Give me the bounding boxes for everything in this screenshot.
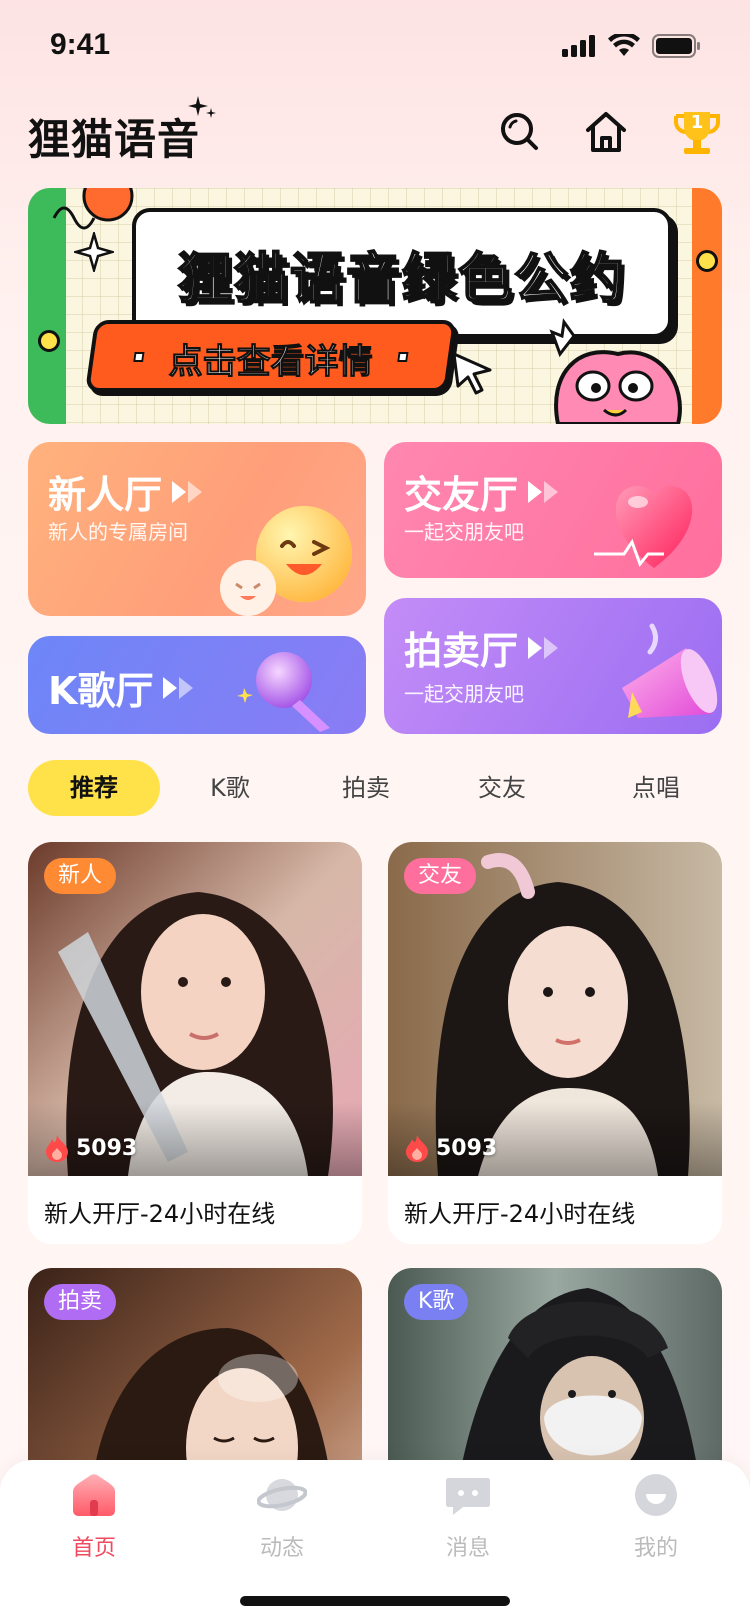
room-title: 新人开厅-24小时在线 <box>404 1200 636 1228</box>
hall-auction[interactable]: 拍卖厅 一起交朋友吧 <box>384 598 722 734</box>
forward-arrows-icon <box>528 636 559 659</box>
tab-ktv[interactable]: K歌 <box>164 760 296 816</box>
status-time: 9:41 <box>50 28 111 61</box>
hall-newbie-subtitle: 新人的专属房间 <box>48 520 188 544</box>
home-indicator <box>240 1596 510 1606</box>
room-heat-value: 5093 <box>436 1135 498 1161</box>
hall-ktv[interactable]: K歌厅 <box>28 636 366 734</box>
banner-decor-strip <box>692 188 722 424</box>
room-tag: 交友 <box>404 858 477 894</box>
tabbar-feed[interactable]: 动态 <box>222 1470 342 1562</box>
tab-friends[interactable]: 交友 <box>436 760 568 816</box>
hall-friends[interactable]: 交友厅 一起交朋友吧 <box>384 442 722 578</box>
banner-decor-dot <box>38 330 60 352</box>
mascot-illustration <box>549 318 682 424</box>
banner-details-button[interactable]: 点击查看详情 <box>84 320 458 392</box>
tab-song-request[interactable]: 点唱 <box>590 760 722 816</box>
banner-decor-dot <box>696 250 718 272</box>
tabbar-feed-label: 动态 <box>259 1536 304 1561</box>
heart-icon <box>594 486 693 568</box>
sparkle-icon <box>188 96 216 118</box>
emoji-faces-icon <box>220 506 352 616</box>
category-tabs: 推荐 K歌 拍卖 交友 点唱 <box>28 760 722 816</box>
tabbar-messages[interactable]: 消息 <box>408 1470 528 1562</box>
hall-friends-subtitle: 一起交朋友吧 <box>404 520 524 544</box>
star-icon <box>74 232 114 272</box>
status-icons <box>562 34 702 58</box>
message-icon <box>446 1478 490 1515</box>
tabbar-messages-label: 消息 <box>445 1536 490 1561</box>
profile-icon <box>635 1474 677 1516</box>
trophy-button[interactable]: 1 <box>672 108 722 158</box>
room-popularity: 5093 <box>404 1134 497 1162</box>
trophy-rank: 1 <box>690 112 704 133</box>
wifi-icon <box>608 34 640 56</box>
hall-ktv-title: K歌厅 <box>48 669 154 713</box>
tab-recommend[interactable]: 推荐 <box>28 760 160 816</box>
tab-auction[interactable]: 拍卖 <box>300 760 432 816</box>
search-icon[interactable] <box>496 108 544 156</box>
room-tag: K歌 <box>404 1284 469 1320</box>
room-popularity: 5093 <box>44 1134 137 1162</box>
room-heat-value: 5093 <box>76 1135 138 1161</box>
hall-newbie-title: 新人厅 <box>48 473 163 517</box>
tabbar-profile[interactable]: 我的 <box>596 1470 716 1562</box>
room-card[interactable]: 交友 5093 新人开厅-24小时在线 <box>388 842 722 1244</box>
banner-title: 狸猫语音绿色公约 <box>177 246 626 311</box>
status-bar: 9:41 <box>0 0 750 94</box>
home-icon <box>73 1474 115 1516</box>
tabbar-home-label: 首页 <box>71 1536 116 1561</box>
hall-newbie[interactable]: 新人厅 新人的专属房间 <box>28 442 366 616</box>
tabbar-profile-label: 我的 <box>633 1536 678 1561</box>
cursor-icon <box>452 352 492 395</box>
tabbar-home[interactable]: 首页 <box>34 1470 154 1562</box>
battery-icon <box>652 34 700 58</box>
app-logo: 狸猫语音 <box>28 115 201 164</box>
hall-auction-title: 拍卖厅 <box>404 629 519 673</box>
flame-icon <box>406 1135 428 1162</box>
home-icon[interactable] <box>582 108 630 156</box>
room-title: 新人开厅-24小时在线 <box>44 1200 276 1228</box>
signal-icon <box>562 35 595 57</box>
forward-arrows-icon <box>163 676 194 699</box>
room-tag: 新人 <box>44 858 117 894</box>
forward-arrows-icon <box>528 480 559 503</box>
room-tag: 拍卖 <box>44 1284 117 1320</box>
header: 狸猫语音 1 <box>0 96 750 176</box>
promo-banner[interactable]: 狸猫语音绿色公约 点击查看详情 <box>28 188 722 424</box>
flame-icon <box>46 1135 68 1162</box>
megaphone-icon <box>622 623 718 718</box>
room-card[interactable]: 新人 5093 新人开厅-24小时在线 <box>28 842 362 1244</box>
planet-icon <box>256 1479 308 1511</box>
banner-button-label: 点击查看详情 <box>168 342 373 383</box>
bottom-tab-bar: 首页 动态 消息 我的 <box>0 1460 750 1624</box>
hall-auction-subtitle: 一起交朋友吧 <box>404 682 524 706</box>
hall-friends-title: 交友厅 <box>404 473 519 517</box>
forward-arrows-icon <box>172 480 203 503</box>
microphone-icon <box>237 652 330 732</box>
